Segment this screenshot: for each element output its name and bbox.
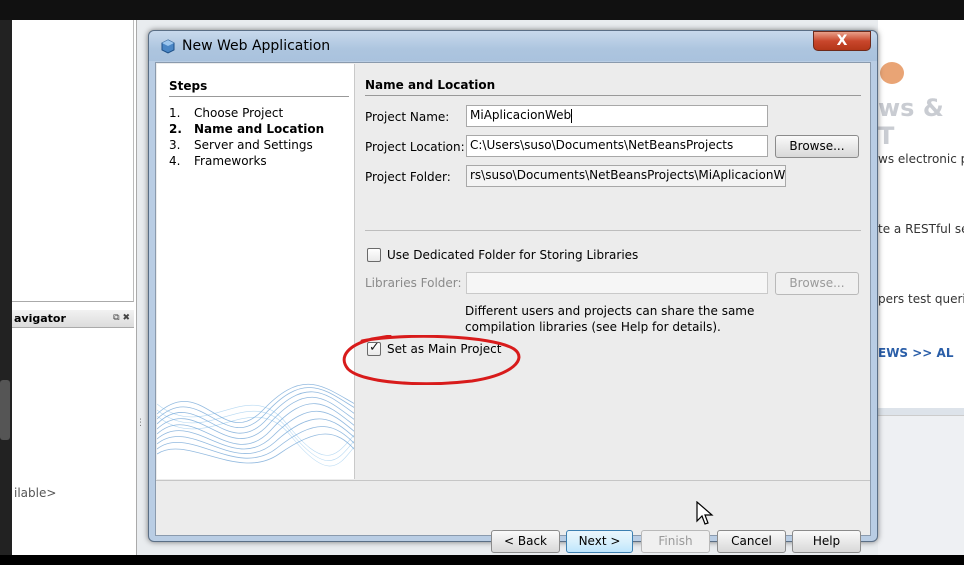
step-number: 2.	[169, 122, 182, 136]
steps-panel: Steps 1. Choose Project 2. Name and Locati…	[157, 64, 355, 479]
steps-title: Steps	[169, 79, 208, 93]
steps-divider	[169, 96, 349, 97]
step-number: 1.	[169, 106, 181, 120]
main-project-label[interactable]: Set as Main Project	[387, 342, 501, 356]
project-location-field[interactable]: C:\Users\suso\Documents\NetBeansProjects	[466, 135, 768, 157]
news-heading: ws & T	[878, 94, 944, 150]
finish-button[interactable]: Finish	[641, 530, 710, 553]
libraries-help-text: Different users and projects can share t…	[465, 303, 765, 335]
netbeans-logo	[880, 62, 904, 84]
background-bottom-bar	[0, 555, 964, 565]
next-button[interactable]: Next >	[566, 530, 633, 553]
navigator-title-text: avigator	[14, 312, 66, 325]
text-caret	[571, 108, 573, 123]
projects-pane	[12, 20, 134, 302]
dialog-content: Steps 1. Choose Project 2. Name and Locati…	[155, 62, 871, 553]
all-news-link[interactable]: EWS >> AL	[878, 346, 953, 360]
close-button[interactable]: X	[813, 31, 871, 51]
project-name-field[interactable]: MiAplicacionWeb	[466, 105, 768, 127]
step-label: Name and Location	[194, 122, 325, 136]
mouse-pointer-icon	[696, 501, 714, 525]
project-folder-field[interactable]: rs\suso\Documents\NetBeansProjects\MiApl…	[466, 165, 786, 187]
navigator-empty-text: ilable>	[14, 486, 57, 500]
section-title: Name and Location	[365, 78, 496, 92]
button-bar-divider	[156, 480, 870, 481]
project-name-label: Project Name:	[365, 110, 450, 124]
step-label: Frameworks	[194, 154, 267, 168]
libraries-folder-label: Libraries Folder:	[365, 276, 462, 290]
cancel-button[interactable]: Cancel	[717, 530, 786, 553]
main-project-checkbox[interactable]: ✓	[367, 340, 381, 356]
options-divider	[365, 230, 861, 231]
splitter-grip-icon[interactable]: ⋮	[136, 418, 146, 436]
screen-edge	[0, 20, 12, 555]
decorative-waves	[157, 384, 354, 467]
project-name-value: MiAplicacionWeb	[470, 108, 572, 122]
libraries-folder-field[interactable]	[466, 272, 768, 294]
step-label: Server and Settings	[194, 138, 313, 152]
news-line[interactable]: pers test querie	[878, 292, 964, 306]
dialog-title: New Web Application	[182, 38, 331, 54]
background-top-bar	[0, 0, 964, 20]
navigator-window-controls[interactable]: ⧉ ✖	[113, 313, 130, 323]
step-number: 4.	[169, 154, 181, 168]
step-number: 3.	[169, 138, 181, 152]
project-location-label: Project Location:	[365, 140, 465, 154]
dedicated-folder-label[interactable]: Use Dedicated Folder for Storing Librari…	[387, 248, 638, 262]
step-frameworks: 4. Frameworks	[169, 154, 267, 168]
step-server-and-settings: 3. Server and Settings	[169, 138, 313, 152]
side-handle	[0, 380, 10, 440]
checkmark-icon: ✓	[369, 340, 380, 355]
step-name-and-location: 2. Name and Location	[169, 122, 324, 136]
dedicated-folder-checkbox[interactable]	[367, 248, 381, 262]
project-location-browse-button[interactable]: Browse...	[775, 135, 859, 158]
back-button[interactable]: < Back	[491, 530, 560, 553]
step-label: Choose Project	[194, 106, 284, 120]
news-line[interactable]: ws electronic pa	[878, 152, 964, 166]
start-page-lower	[878, 415, 964, 555]
libraries-folder-browse-button[interactable]: Browse...	[775, 272, 859, 295]
project-folder-label: Project Folder:	[365, 170, 451, 184]
help-line: compilation libraries (see Help for deta…	[465, 320, 721, 334]
step-choose-project: 1. Choose Project	[169, 106, 283, 120]
help-button[interactable]: Help	[792, 530, 861, 553]
news-line[interactable]: te a RESTful se	[878, 222, 964, 236]
netbeans-project-icon	[161, 39, 175, 54]
section-divider	[365, 95, 861, 96]
navigator-panel-title[interactable]: avigator ⧉ ✖	[12, 310, 134, 328]
help-line: Different users and projects can share t…	[465, 304, 755, 318]
dialog-titlebar[interactable]: New Web Application X	[149, 31, 877, 61]
new-web-application-dialog: New Web Application X Steps 1. Choose Pro…	[148, 30, 878, 553]
